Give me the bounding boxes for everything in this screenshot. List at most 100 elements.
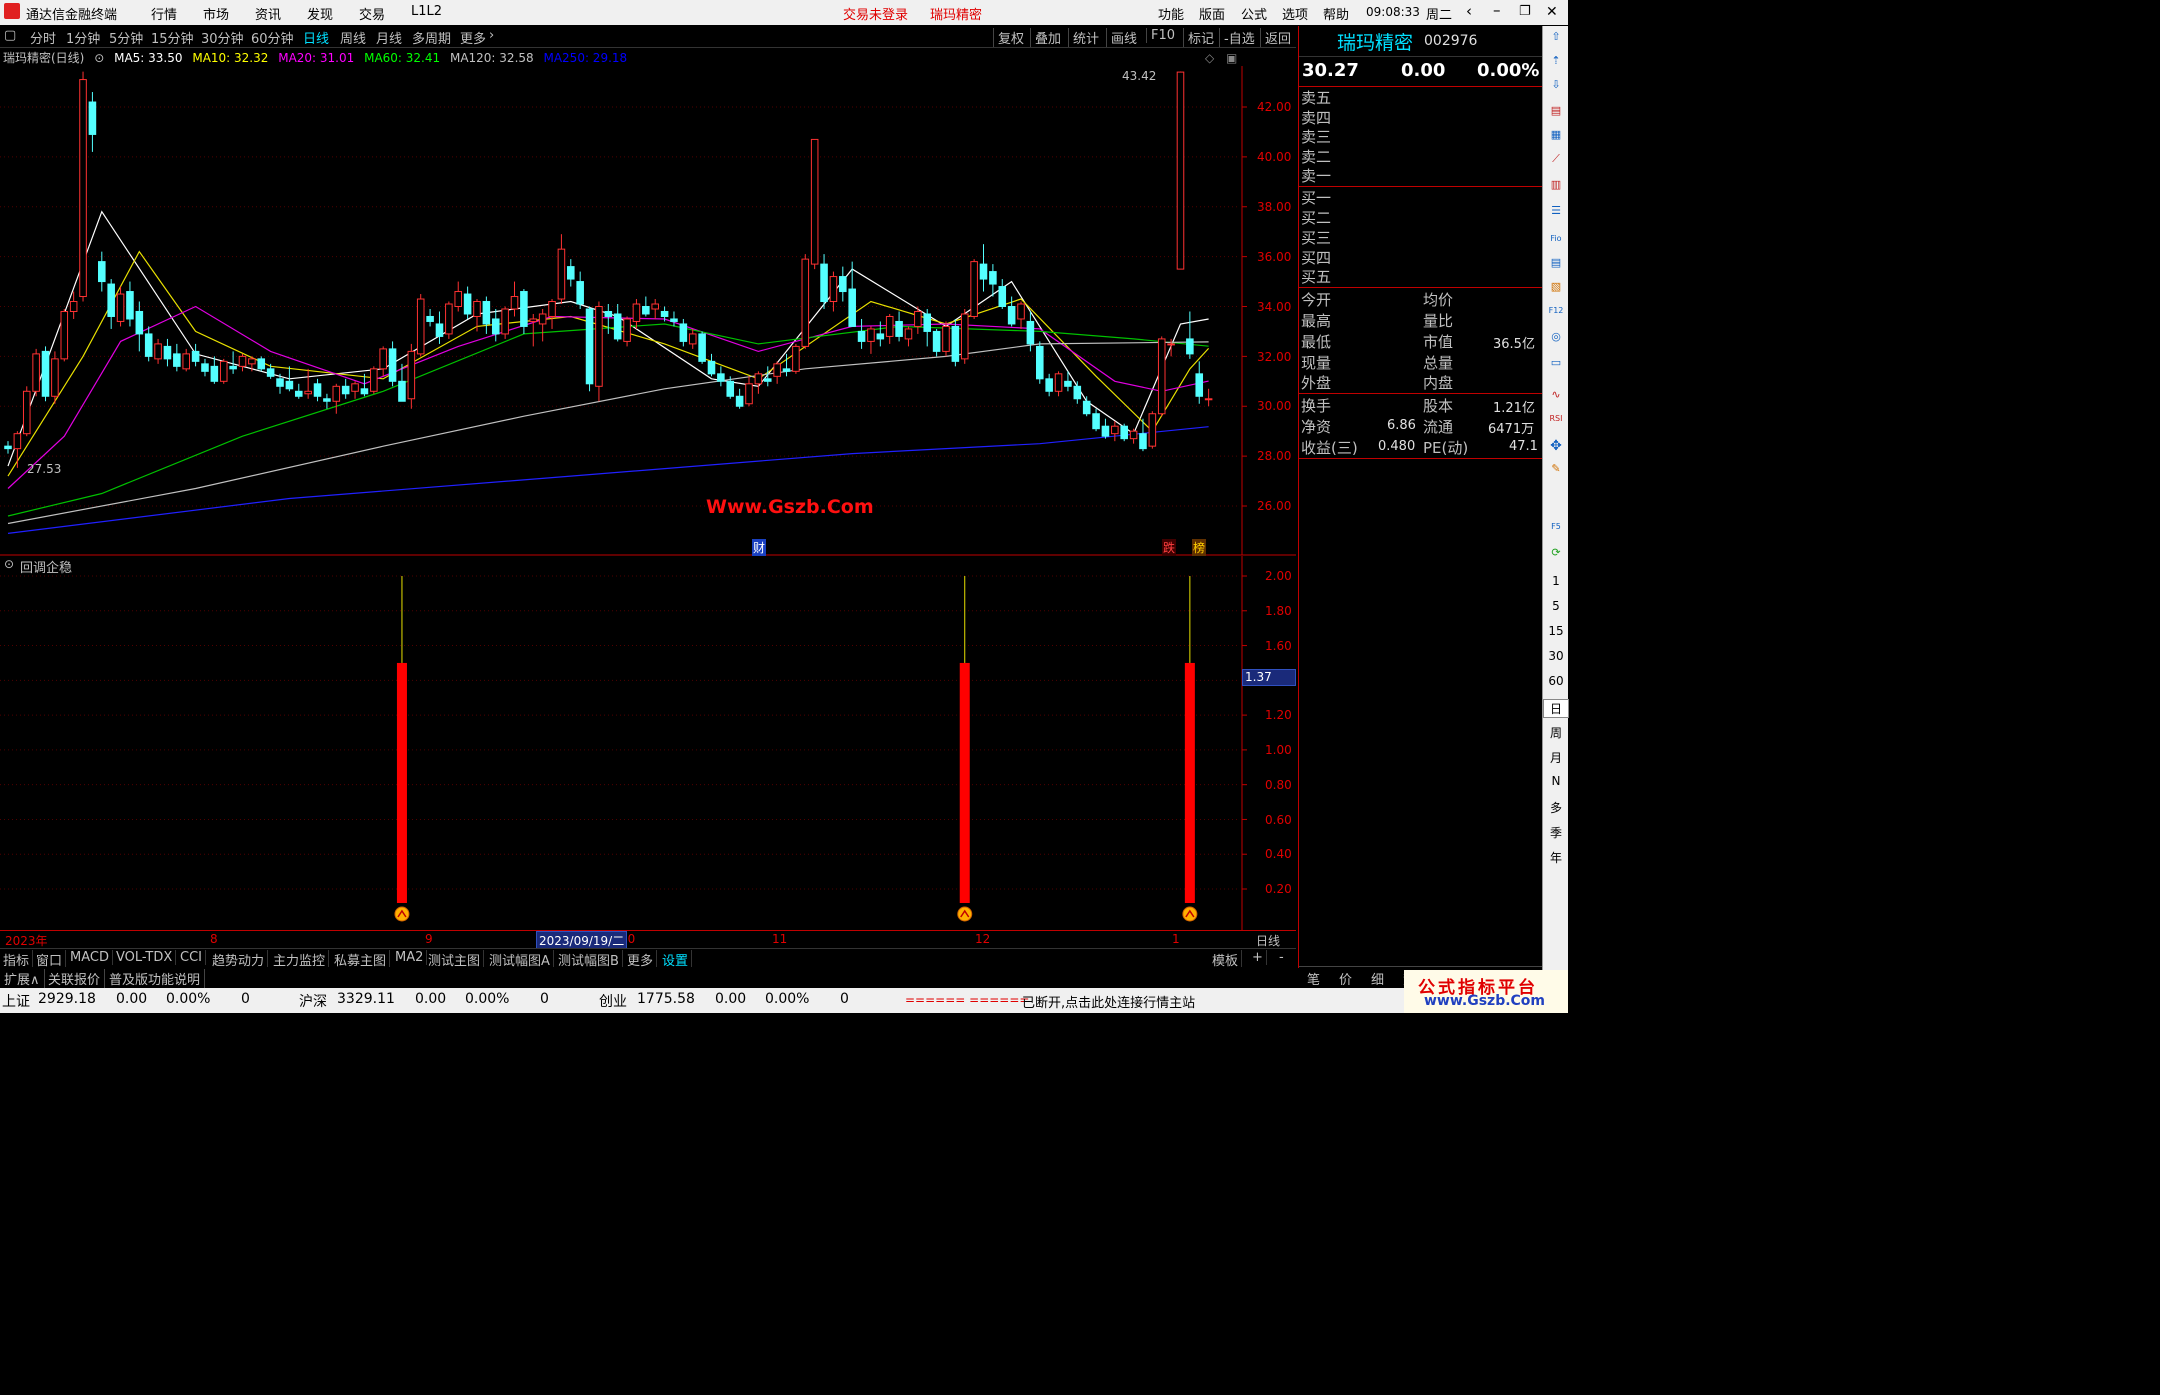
sh-index-name[interactable]: 上证 xyxy=(2,991,30,1011)
menu-item-market[interactable]: 行情 xyxy=(151,4,177,23)
candle-up[interactable] xyxy=(351,383,359,392)
candle-down[interactable] xyxy=(1026,320,1035,345)
btn-back[interactable]: 返回 xyxy=(1260,28,1291,47)
signal-bar[interactable] xyxy=(1184,662,1195,903)
period-multi[interactable]: 多 xyxy=(1543,799,1569,816)
candle-down[interactable] xyxy=(285,380,294,390)
menu-item-formula[interactable]: 公式 xyxy=(1241,4,1267,23)
candle-up[interactable] xyxy=(942,325,950,352)
candle-down[interactable] xyxy=(520,291,528,327)
btn-overlay[interactable]: 叠加 xyxy=(1030,28,1061,47)
menu-item-help[interactable]: 帮助 xyxy=(1323,4,1349,23)
candle-up[interactable] xyxy=(304,390,312,395)
candle-up[interactable] xyxy=(688,333,697,345)
candle-down[interactable] xyxy=(191,350,200,362)
period-day[interactable]: 日 xyxy=(1543,699,1569,718)
table-icon[interactable]: ▤ xyxy=(1547,256,1565,274)
candle-up[interactable] xyxy=(914,310,922,327)
candle-up[interactable] xyxy=(60,310,69,360)
tab-ma2[interactable]: MA2 xyxy=(392,950,428,965)
candle-down[interactable] xyxy=(820,263,828,303)
menu-item-trade[interactable]: 交易 xyxy=(359,4,385,23)
candle-down[interactable] xyxy=(398,380,406,402)
candle-up[interactable] xyxy=(754,373,763,385)
candle-down[interactable] xyxy=(135,310,144,335)
candle-down[interactable] xyxy=(98,261,106,283)
candle-up[interactable] xyxy=(829,276,838,303)
candle-down[interactable] xyxy=(707,360,716,375)
candle-up[interactable] xyxy=(473,301,481,317)
candle-up[interactable] xyxy=(1129,430,1138,440)
candle-up[interactable] xyxy=(867,328,875,342)
candle-up[interactable] xyxy=(510,296,519,310)
rank-marker[interactable]: 榜 xyxy=(1192,539,1207,556)
candle-up[interactable] xyxy=(1167,343,1175,346)
news-icon[interactable]: ▤ xyxy=(1547,104,1565,122)
btn-draw[interactable]: 画线 xyxy=(1106,28,1137,47)
signal-marker-icon[interactable] xyxy=(1182,906,1198,922)
indicator-chart[interactable] xyxy=(0,556,1296,930)
tab-vol-tdx[interactable]: VOL-TDX xyxy=(113,950,177,965)
candle-up[interactable] xyxy=(332,385,341,402)
candle-up[interactable] xyxy=(407,350,416,400)
candle-down[interactable] xyxy=(41,350,50,397)
candle-up[interactable] xyxy=(1204,398,1213,401)
candle-down[interactable] xyxy=(426,315,434,322)
btn-adjust[interactable]: 复权 xyxy=(993,28,1024,47)
candle-down[interactable] xyxy=(735,395,744,407)
candle-down[interactable] xyxy=(585,308,594,385)
ma-settings-icon[interactable]: ⊙ xyxy=(94,51,104,65)
candle-up[interactable] xyxy=(1111,425,1119,435)
candle-down[interactable] xyxy=(257,358,266,370)
candle-up[interactable] xyxy=(1054,373,1063,392)
candle-down[interactable] xyxy=(173,353,181,367)
candle-down[interactable] xyxy=(88,101,97,135)
candle-down[interactable] xyxy=(313,383,322,397)
grid-icon[interactable]: ▦ xyxy=(1547,128,1565,146)
tab-5min[interactable]: 5分钟 xyxy=(109,28,143,47)
btn-add-pane[interactable]: + xyxy=(1249,950,1267,965)
candle-up[interactable] xyxy=(454,291,463,308)
candle-down[interactable] xyxy=(266,368,275,377)
candle-down[interactable] xyxy=(717,373,725,382)
candle-down[interactable] xyxy=(294,390,303,397)
candle-up[interactable] xyxy=(632,303,641,322)
candle-down[interactable] xyxy=(1101,425,1110,437)
minimize-icon[interactable]: – xyxy=(1493,1,1501,19)
candle-up[interactable] xyxy=(538,313,547,325)
tab-ticks[interactable]: 笔 xyxy=(1307,969,1320,988)
rsi-icon[interactable]: RSI xyxy=(1547,414,1565,432)
candle-up[interactable] xyxy=(79,79,87,298)
candle-down[interactable] xyxy=(201,363,209,372)
candle-up[interactable] xyxy=(154,343,162,360)
candle-down[interactable] xyxy=(857,330,866,342)
candle-up[interactable] xyxy=(773,363,781,377)
candle-down[interactable] xyxy=(895,320,903,337)
candle-down[interactable] xyxy=(1139,433,1147,450)
list-icon[interactable]: ☰ xyxy=(1547,204,1565,222)
tab-related-quotes[interactable]: 关联报价 xyxy=(44,969,106,988)
candle-down[interactable] xyxy=(1120,425,1128,440)
candle-down[interactable] xyxy=(1082,400,1091,415)
close-icon[interactable]: ✕ xyxy=(1546,4,1558,20)
menu-item-functions[interactable]: 功能 xyxy=(1158,4,1184,23)
home-icon[interactable]: ⇡ xyxy=(1547,54,1565,72)
tab-30min[interactable]: 30分钟 xyxy=(201,28,244,47)
candle-down[interactable] xyxy=(323,398,331,402)
tab-version-info[interactable]: 普及版功能说明 xyxy=(105,969,206,988)
collapse-icon[interactable]: ▢ xyxy=(4,28,16,43)
candle-down[interactable] xyxy=(1195,373,1204,397)
arrow-up-icon[interactable]: ⇧ xyxy=(1547,30,1565,48)
candle-down[interactable] xyxy=(698,333,706,362)
candle-up[interactable] xyxy=(501,308,509,335)
tab-daily[interactable]: 日线 xyxy=(303,28,329,47)
maximize-icon[interactable]: ❐ xyxy=(1519,4,1531,19)
kline-chart[interactable] xyxy=(0,66,1296,556)
candle-down[interactable] xyxy=(482,301,491,325)
candle-down[interactable] xyxy=(1092,413,1100,430)
btn-remove-pane[interactable]: - xyxy=(1276,950,1287,965)
hs-index-name[interactable]: 沪深 xyxy=(299,991,327,1011)
candle-down[interactable] xyxy=(604,310,613,317)
tab-intraday[interactable]: 分时 xyxy=(30,28,56,47)
candle-up[interactable] xyxy=(370,368,378,392)
